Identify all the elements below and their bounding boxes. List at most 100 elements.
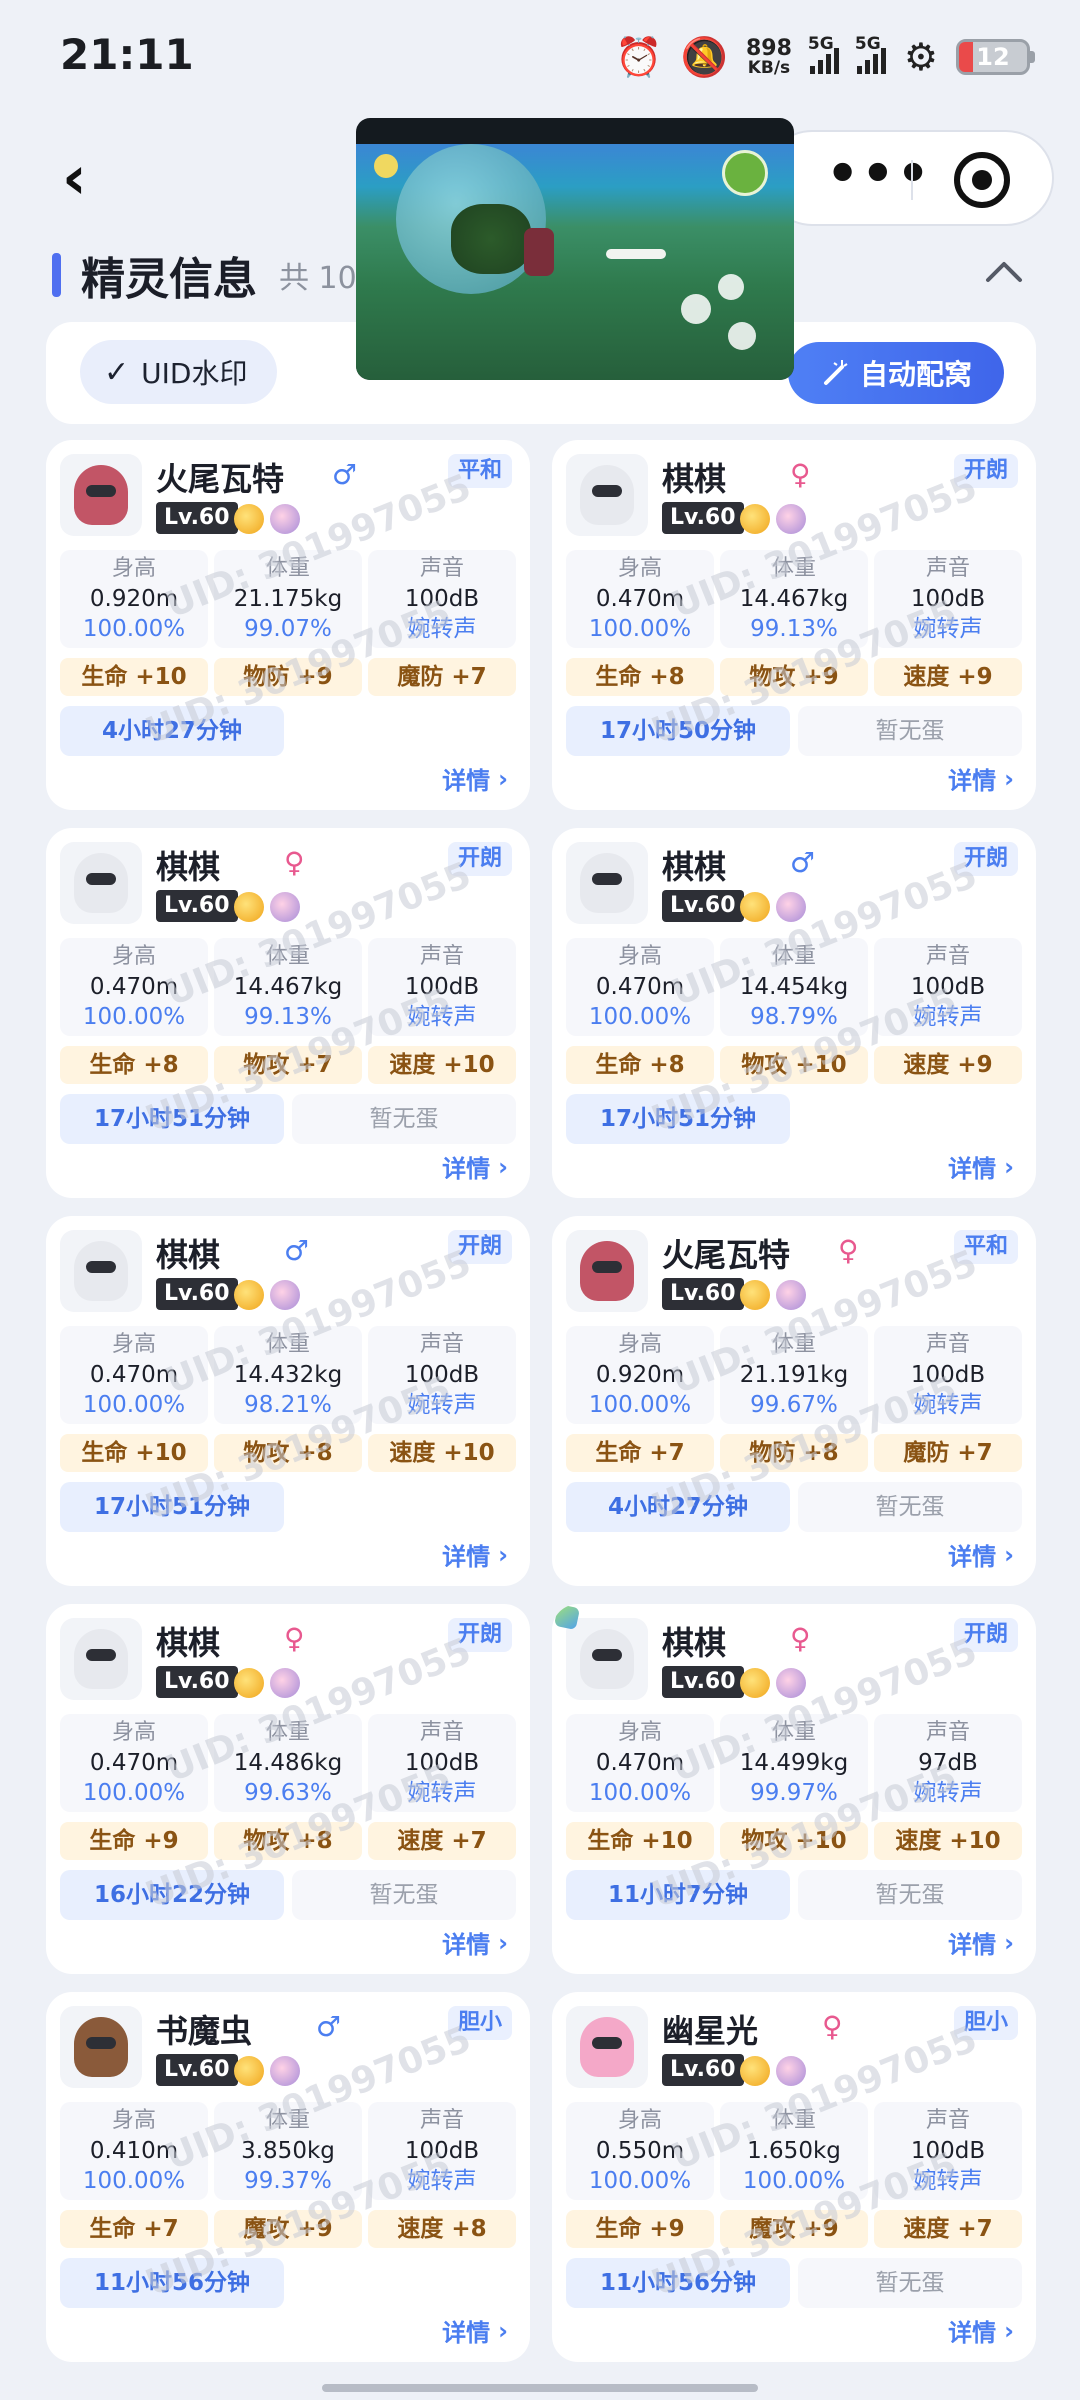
pet-card[interactable]: 棋棋 ♀ Lv.60 开朗 身高 0.470m 100.00% 体重 14.46… [552,440,1036,810]
detail-link[interactable]: 详情 › [948,1149,1014,1184]
chevron-right-icon: › [498,764,508,793]
total-count: 共 10 [279,261,357,296]
level-badge: Lv.60 [662,502,744,534]
level-badge: Lv.60 [156,890,238,922]
pet-avatar [566,1230,648,1312]
close-target-icon[interactable] [954,152,1010,208]
detail-link[interactable]: 详情 › [442,761,508,796]
pet-card[interactable]: 棋棋 ♀ Lv.60 开朗 身高 0.470m 100.00% 体重 14.46… [46,828,530,1198]
chevron-right-icon: › [498,1928,508,1957]
hatch-timer: 17小时51分钟 [566,1094,790,1144]
gender-icon: ♀ [284,1622,305,1655]
iv-chip: 物防 +9 [214,658,362,696]
weight-stat: 体重 14.499kg 99.97% [720,1714,868,1812]
ghost-star-avatar-icon [580,2017,634,2077]
signal-icon: 5G [808,34,839,74]
pet-avatar [566,2006,648,2088]
pet-name: 棋棋 [662,848,727,886]
hatch-timer: 17小时51分钟 [60,1482,284,1532]
pet-name: 火尾瓦特 [662,1236,791,1274]
pet-avatar [60,2006,142,2088]
gender-icon: ♂ [284,1234,310,1267]
section-header: 精灵信息 共 10 [52,250,357,305]
qiqi-avatar-icon [580,853,634,913]
iv-chip: 物攻 +8 [214,1434,362,1472]
pet-card[interactable]: 棋棋 ♀ Lv.60 开朗 身高 0.470m 100.00% 体重 14.49… [552,1604,1036,1974]
nature-badge: 开朗 [447,842,512,876]
weight-stat: 体重 14.467kg 99.13% [720,550,868,648]
home-indicator[interactable] [322,2384,758,2392]
nature-badge: 平和 [953,1230,1018,1264]
detail-link[interactable]: 详情 › [948,761,1014,796]
pet-card[interactable]: 火尾瓦特 ♀ Lv.60 平和 身高 0.920m 100.00% 体重 21.… [552,1216,1036,1586]
trait-icon [740,892,770,922]
stats-row: 身高 0.470m 100.00% 体重 14.467kg 99.13% 声音 … [566,550,1022,648]
trait-icon [270,1668,300,1698]
pet-avatar [566,842,648,924]
trait-icon [740,1668,770,1698]
pet-card[interactable]: 书魔虫 ♂ Lv.60 胆小 身高 0.410m 100.00% 体重 3.85… [46,1992,530,2362]
pet-name: 棋棋 [156,1236,221,1274]
trait-icon [740,1280,770,1310]
pet-avatar [60,1618,142,1700]
iv-row: 生命 +10 物攻 +10 速度 +10 [566,1822,1022,1860]
iv-chip: 生命 +9 [566,2210,714,2248]
iv-chip: 速度 +9 [874,1046,1022,1084]
pet-card[interactable]: 棋棋 ♀ Lv.60 开朗 身高 0.470m 100.00% 体重 14.48… [46,1604,530,1974]
pet-card-grid: 火尾瓦特 ♂ Lv.60 平和 身高 0.920m 100.00% 体重 21.… [46,440,1036,2362]
gender-icon: ♂ [332,458,358,491]
pet-card[interactable]: 棋棋 ♂ Lv.60 开朗 身高 0.470m 100.00% 体重 14.43… [46,1216,530,1586]
pet-name: 棋棋 [662,1624,727,1662]
net-speed: 898 KB/s [745,35,792,78]
height-stat: 身高 0.920m 100.00% [566,1326,714,1424]
chevron-right-icon: › [498,1540,508,1569]
pip-video-overlay[interactable] [356,118,794,380]
weight-stat: 体重 14.454kg 98.79% [720,938,868,1036]
trait-icon [740,504,770,534]
egg-status: 暂无蛋 [292,1870,516,1920]
sound-stat: 声音 100dB 婉转声 [874,2102,1022,2200]
pet-card[interactable]: 棋棋 ♂ Lv.60 开朗 身高 0.470m 100.00% 体重 14.45… [552,828,1036,1198]
detail-link[interactable]: 详情 › [948,2313,1014,2348]
gender-icon: ♂ [790,846,816,879]
detail-link[interactable]: 详情 › [442,1925,508,1960]
iv-row: 生命 +8 物攻 +7 速度 +10 [60,1046,516,1084]
trait-icon [234,1280,264,1310]
battery-icon: 12 [956,39,1035,75]
more-icon[interactable]: ••• [826,148,932,200]
iv-chip: 速度 +8 [368,2210,516,2248]
iv-chip: 生命 +8 [60,1046,208,1084]
chevron-up-icon[interactable] [982,250,1026,294]
stats-row: 身高 0.470m 100.00% 体重 14.467kg 99.13% 声音 … [60,938,516,1036]
height-stat: 身高 0.470m 100.00% [566,938,714,1036]
detail-link[interactable]: 详情 › [442,1149,508,1184]
iv-chip: 速度 +10 [874,1822,1022,1860]
trait-icon [234,2056,264,2086]
iv-chip: 生命 +10 [566,1822,714,1860]
sound-stat: 声音 100dB 婉转声 [874,550,1022,648]
iv-chip: 生命 +9 [60,1822,208,1860]
pet-card[interactable]: 幽星光 ♀ Lv.60 胆小 身高 0.550m 100.00% 体重 1.65… [552,1992,1036,2362]
detail-link[interactable]: 详情 › [948,1537,1014,1572]
chevron-right-icon: › [1004,1928,1014,1957]
weight-stat: 体重 14.486kg 99.63% [214,1714,362,1812]
chevron-right-icon: › [498,2316,508,2345]
pet-name: 书魔虫 [156,2012,253,2050]
auto-pair-button[interactable]: 自动配窝 [788,342,1004,404]
iv-chip: 生命 +7 [566,1434,714,1472]
height-stat: 身高 0.550m 100.00% [566,2102,714,2200]
book-worm-avatar-icon [74,2017,128,2077]
trait-icon [270,1280,300,1310]
pet-name: 幽星光 [662,2012,759,2050]
trait-icon [270,892,300,922]
gender-icon: ♀ [790,458,811,491]
stats-row: 身高 0.470m 100.00% 体重 14.486kg 99.63% 声音 … [60,1714,516,1812]
chevron-right-icon: › [498,1152,508,1181]
back-chevron-icon[interactable]: ‹ [62,148,122,210]
detail-link[interactable]: 详情 › [442,1537,508,1572]
detail-link[interactable]: 详情 › [948,1925,1014,1960]
weight-stat: 体重 21.191kg 99.67% [720,1326,868,1424]
pet-card[interactable]: 火尾瓦特 ♂ Lv.60 平和 身高 0.920m 100.00% 体重 21.… [46,440,530,810]
uid-watermark-toggle[interactable]: ✓ UID水印 [80,340,278,404]
detail-link[interactable]: 详情 › [442,2313,508,2348]
